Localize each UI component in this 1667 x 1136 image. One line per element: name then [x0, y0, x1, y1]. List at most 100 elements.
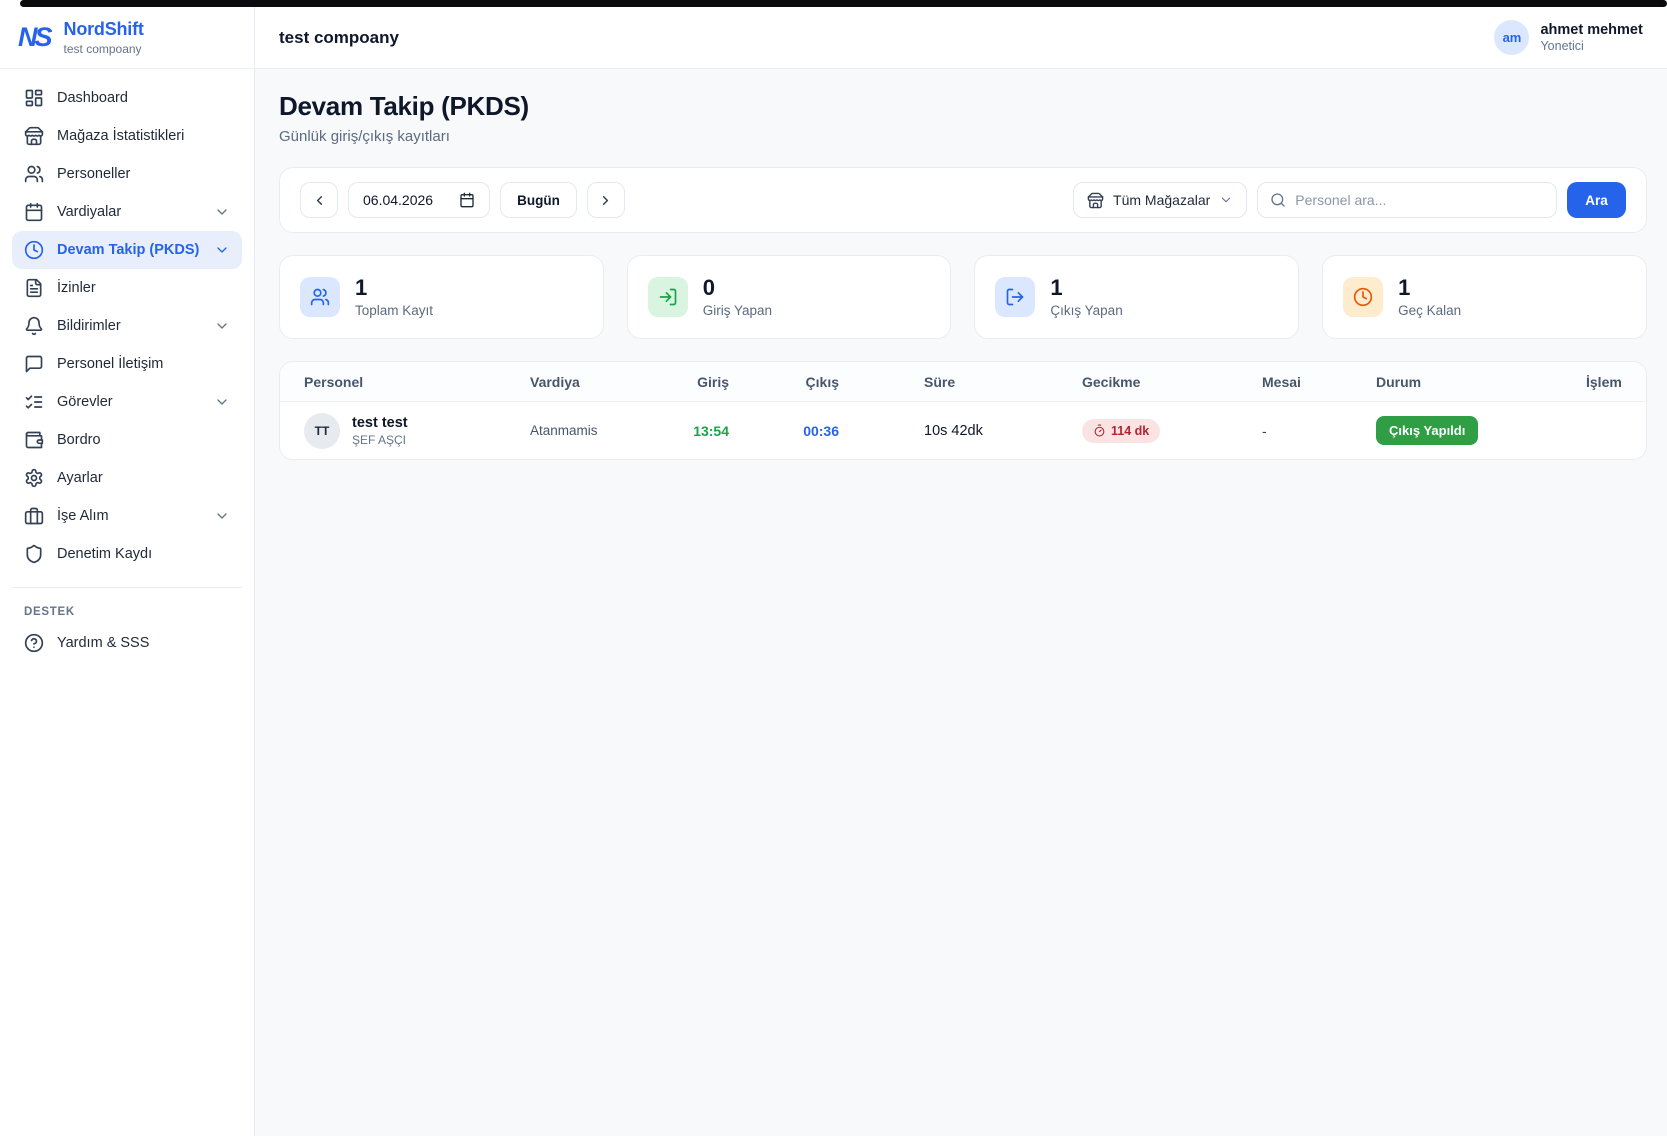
chevron-down-icon: [214, 204, 230, 220]
store-icon: [24, 126, 44, 146]
column-header-personel: Personel: [304, 374, 530, 390]
chevron-down-icon: [214, 508, 230, 524]
page-content: Devam Takip (PKDS) Günlük giriş/çıkış ka…: [255, 69, 1667, 482]
today-button[interactable]: Bugün: [500, 182, 577, 218]
sidebar-item-denetim-kaydi[interactable]: Denetim Kaydı: [12, 535, 242, 573]
overtime-cell: -: [1262, 423, 1376, 439]
sidebar-item-gorevler[interactable]: Görevler: [12, 383, 242, 421]
column-header-sure: Süre: [839, 374, 1082, 390]
column-header-cikis: Çıkış: [729, 374, 839, 390]
sidebar-item-vardiyalar[interactable]: Vardiyalar: [12, 193, 242, 231]
sidebar-item-personel-iletisim[interactable]: Personel İletişim: [12, 345, 242, 383]
status-cell: Çıkış Yapıldı: [1376, 416, 1586, 445]
delay-cell: 114 dk: [1082, 419, 1262, 443]
column-header-vardiya: Vardiya: [530, 374, 640, 390]
nordshift-logo-icon: NS: [18, 24, 54, 51]
dashboard-icon: [24, 88, 44, 108]
user-menu[interactable]: am ahmet mehmet Yonetici: [1494, 20, 1642, 55]
personnel-cell: TT test test ŞEF AŞÇI: [304, 413, 530, 449]
stat-card-giris-yapan: 0 Giriş Yapan: [627, 255, 952, 339]
prev-day-button[interactable]: [300, 182, 338, 218]
column-header-mesai: Mesai: [1262, 374, 1376, 390]
sidebar-item-yardim-sss[interactable]: Yardım & SSS: [12, 624, 242, 662]
delay-badge: 114 dk: [1082, 419, 1160, 443]
sidebar-support-nav: Yardım & SSS: [0, 624, 254, 662]
shield-icon: [24, 544, 44, 564]
stat-value: 0: [703, 276, 772, 300]
logout-icon: [995, 277, 1035, 317]
briefcase-icon: [24, 506, 44, 526]
duration-cell: 10s 42dk: [839, 423, 1082, 439]
sidebar-item-label: Ayarlar: [57, 470, 103, 486]
stat-label: Giriş Yapan: [703, 303, 772, 318]
sidebar-item-izinler[interactable]: İzinler: [12, 269, 242, 307]
gear-icon: [24, 468, 44, 488]
sidebar-item-dashboard[interactable]: Dashboard: [12, 79, 242, 117]
table-header: Personel Vardiya Giriş Çıkış Süre Gecikm…: [280, 362, 1646, 402]
shift-cell: Atanmamis: [530, 423, 640, 438]
checklist-icon: [24, 392, 44, 412]
filter-bar: 06.04.2026 Bugün Tüm Mağazalar: [279, 167, 1647, 233]
sidebar-item-label: Görevler: [57, 394, 113, 410]
sidebar-item-label: Personeller: [57, 166, 130, 182]
stat-cards: 1 Toplam Kayıt 0 Giriş Yapan 1 Çıkış Y: [279, 255, 1647, 339]
sidebar-item-label: Bildirimler: [57, 318, 121, 334]
sidebar-item-personeller[interactable]: Personeller: [12, 155, 242, 193]
search-icon: [1270, 192, 1286, 208]
user-role: Yonetici: [1540, 39, 1642, 53]
brand[interactable]: NS NordShift test compoany: [0, 7, 254, 69]
timer-icon: [1093, 424, 1106, 437]
search-button[interactable]: Ara: [1567, 182, 1626, 218]
column-header-gecikme: Gecikme: [1082, 374, 1262, 390]
window-top-strip: [20, 0, 1667, 7]
personnel-search: [1257, 182, 1557, 218]
search-controls: Tüm Mağazalar Ara: [1073, 182, 1626, 218]
sidebar-item-label: Denetim Kaydı: [57, 546, 152, 562]
page-subtitle: Günlük giriş/çıkış kayıtları: [279, 128, 1647, 145]
chevron-down-icon: [214, 242, 230, 258]
date-input[interactable]: 06.04.2026: [348, 182, 490, 218]
store-icon: [1087, 192, 1104, 209]
sidebar-item-devam-takip-pkds[interactable]: Devam Takip (PKDS): [12, 231, 242, 269]
stat-value: 1: [1398, 276, 1461, 300]
sidebar-item-label: Devam Takip (PKDS): [57, 242, 199, 258]
search-input[interactable]: [1295, 192, 1544, 208]
stat-card-toplam-kayit: 1 Toplam Kayıt: [279, 255, 604, 339]
stat-label: Toplam Kayıt: [355, 303, 433, 318]
column-header-giris: Giriş: [640, 374, 729, 390]
app-root: NS NordShift test compoany Dashboard Mağ…: [0, 0, 1667, 1136]
wallet-icon: [24, 430, 44, 450]
chevron-down-icon: [214, 394, 230, 410]
check-in-cell: 13:54: [640, 423, 729, 439]
sidebar-item-bildirimler[interactable]: Bildirimler: [12, 307, 242, 345]
chevron-down-icon: [1219, 193, 1233, 207]
store-select[interactable]: Tüm Mağazalar: [1073, 182, 1247, 218]
clock-icon: [1343, 277, 1383, 317]
calendar-icon: [24, 202, 44, 222]
attendance-table: Personel Vardiya Giriş Çıkış Süre Gecikm…: [279, 361, 1647, 460]
user-name: ahmet mehmet: [1540, 22, 1642, 38]
table-row[interactable]: TT test test ŞEF AŞÇI Atanmamis 13:54 00…: [280, 402, 1646, 459]
sidebar-section-destek: DESTEK: [24, 606, 230, 618]
chevron-left-icon: [312, 193, 327, 208]
sidebar-item-label: Yardım & SSS: [57, 635, 149, 651]
users-icon: [24, 164, 44, 184]
users-icon: [300, 277, 340, 317]
next-day-button[interactable]: [587, 182, 625, 218]
sidebar-item-magaza-istatistikleri[interactable]: Mağaza İstatistikleri: [12, 117, 242, 155]
sidebar-item-ayarlar[interactable]: Ayarlar: [12, 459, 242, 497]
personnel-name: test test: [352, 415, 408, 431]
sidebar-item-label: Dashboard: [57, 90, 128, 106]
help-icon: [24, 633, 44, 653]
sidebar-item-label: Mağaza İstatistikleri: [57, 128, 184, 144]
sidebar-item-ise-alim[interactable]: İşe Alım: [12, 497, 242, 535]
store-select-value: Tüm Mağazalar: [1113, 192, 1210, 208]
stat-card-gec-kalan: 1 Geç Kalan: [1322, 255, 1647, 339]
date-controls: 06.04.2026 Bugün: [300, 182, 625, 218]
status-badge: Çıkış Yapıldı: [1376, 416, 1478, 445]
stat-value: 1: [355, 276, 433, 300]
sidebar-item-bordro[interactable]: Bordro: [12, 421, 242, 459]
column-header-durum: Durum: [1376, 374, 1586, 390]
sidebar-item-label: Vardiyalar: [57, 204, 121, 220]
chevron-down-icon: [214, 318, 230, 334]
